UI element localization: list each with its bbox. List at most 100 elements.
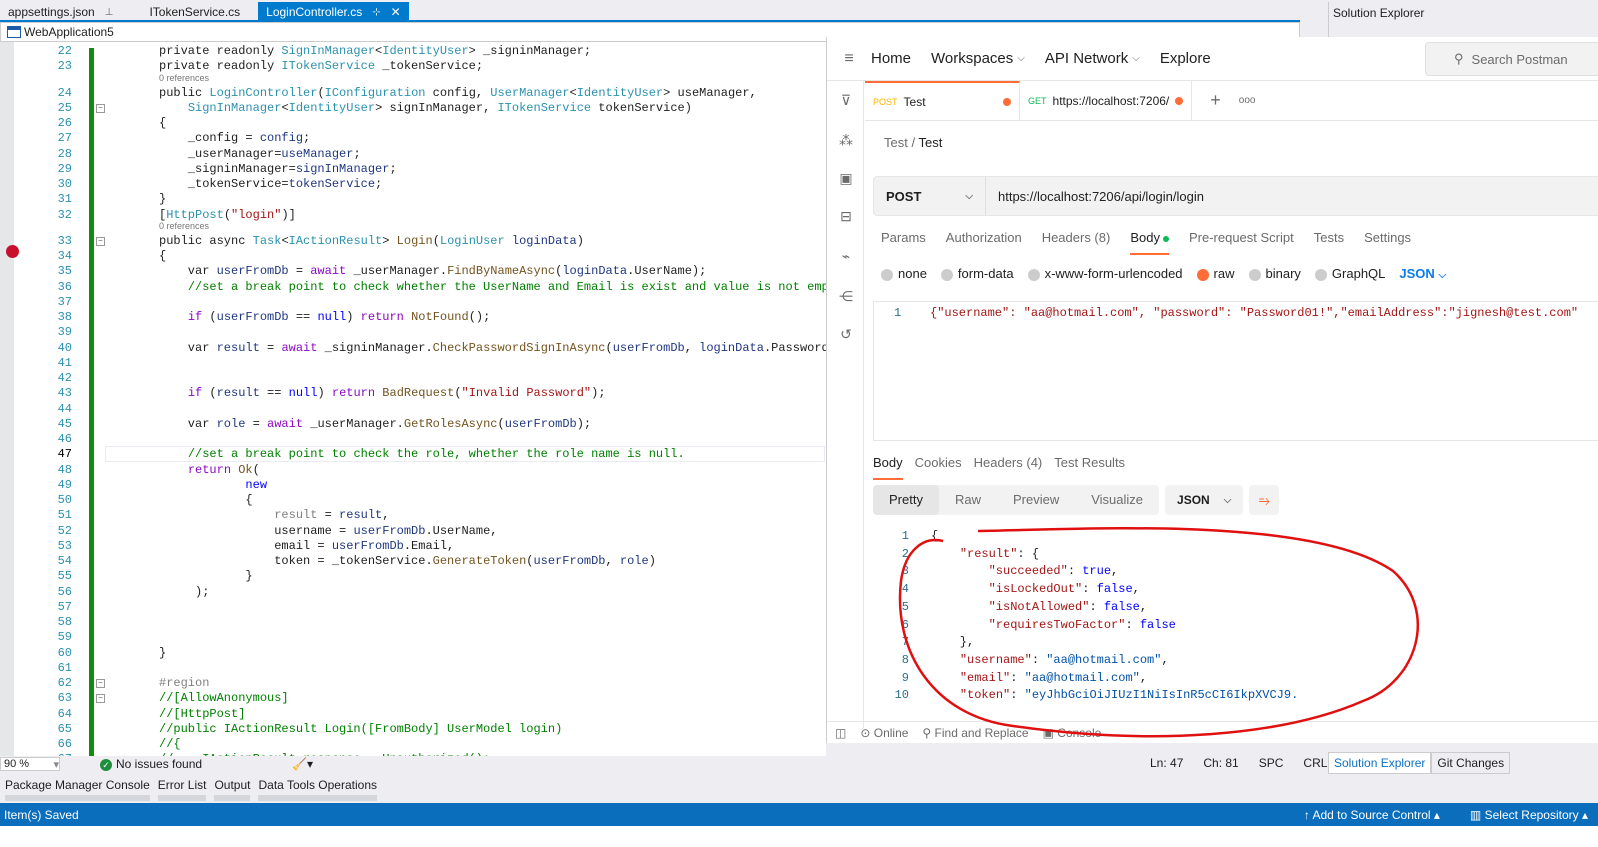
response-body[interactable]: 1{2 "result": {3 "succeeded": true, 4 "is… (873, 527, 1598, 727)
tab-package-manager-console[interactable]: Package Manager Console (5, 778, 150, 801)
char-position[interactable]: Ch: 81 (1203, 756, 1238, 770)
view-visualize[interactable]: Visualize (1075, 485, 1159, 515)
tab-output[interactable]: Output (214, 778, 251, 801)
tab-solution-explorer[interactable]: Solution Explorer (1328, 752, 1432, 774)
code-line[interactable]: 37 (0, 295, 826, 310)
code-line[interactable]: 63 //[AllowAnonymous] − (0, 691, 826, 706)
code-line[interactable]: 47 //set a break point to check the role… (0, 446, 826, 463)
code-line[interactable]: 31} (0, 192, 826, 207)
code-line[interactable]: 64 //[HttpPost] (0, 707, 826, 722)
code-editor[interactable]: 22 private readonly SignInManager<Identit… (0, 42, 826, 756)
code-line[interactable]: 22 private readonly SignInManager<Identit… (0, 44, 826, 59)
tab-data-tools-operations[interactable]: Data Tools Operations (258, 778, 377, 801)
tab-itokenservice[interactable]: ITokenService.cs (141, 2, 248, 22)
code-line[interactable]: 66 //{ (0, 737, 826, 752)
tab-response-headers[interactable]: Headers (4) (974, 455, 1043, 470)
code-line[interactable]: 59 (0, 630, 826, 645)
code-line[interactable]: 56 ); (0, 585, 826, 600)
tab-cookies[interactable]: Cookies (915, 455, 962, 470)
flows-icon[interactable]: ⋲ (837, 287, 855, 305)
code-line[interactable]: 48 return Ok( (0, 463, 826, 478)
search-input[interactable]: ⚲ Search Postman (1425, 42, 1598, 76)
code-line[interactable]: 27 _config = config; (0, 131, 826, 146)
code-line[interactable]: 43 if (result == null) return BadRequest… (0, 386, 826, 401)
tab-appsettings[interactable]: appsettings.json ⊥ (0, 2, 121, 22)
code-line[interactable]: 26 { (0, 116, 826, 131)
code-line[interactable]: 34 { (0, 249, 826, 264)
monitors-icon[interactable]: ⌁ (837, 247, 855, 265)
nav-explore[interactable]: Explore (1160, 50, 1211, 67)
code-line[interactable]: 46 (0, 432, 826, 447)
tab-logincontroller[interactable]: LoginController.cs ⊹ ✕ (258, 2, 409, 22)
view-pretty[interactable]: Pretty (873, 485, 939, 515)
tab-settings[interactable]: Settings (1364, 230, 1411, 245)
code-line[interactable]: 58 (0, 615, 826, 630)
tab-pre-request-script[interactable]: Pre-request Script (1189, 230, 1294, 245)
view-raw[interactable]: Raw (939, 485, 997, 515)
code-line[interactable]: 60} (0, 646, 826, 661)
format-select[interactable]: JSON ⌵ (1399, 266, 1446, 281)
code-line[interactable]: 62 #region − (0, 676, 826, 691)
nav-workspaces[interactable]: Workspaces ⌵ (931, 50, 1025, 67)
code-line[interactable]: 36 //set a break point to check whether … (0, 280, 826, 295)
code-line[interactable]: 44 (0, 402, 826, 417)
url-input[interactable]: https://localhost:7206/api/login/login (986, 189, 1204, 204)
select-repository-button[interactable]: ▥ Select Repository ▴ (1470, 808, 1588, 822)
collapse-icon[interactable]: − (96, 679, 105, 688)
sidebar-toggle-icon[interactable]: ◫ (835, 726, 846, 740)
collapse-icon[interactable]: − (96, 103, 105, 113)
mock-servers-icon[interactable]: ⊟ (837, 207, 855, 225)
code-line[interactable]: 65 //public IActionResult Login([FromBody… (0, 722, 826, 737)
breadcrumb-collection[interactable]: Test (884, 135, 908, 150)
code-line[interactable]: 29 _signinManager=signInManager; (0, 162, 826, 177)
environments-icon[interactable]: ▣ (837, 169, 855, 187)
code-line[interactable]: 49 new (0, 478, 826, 493)
apis-icon[interactable]: ⁂ (837, 131, 855, 149)
issues-indicator[interactable]: ✓ No issues found (100, 757, 202, 771)
radio-graphql[interactable]: GraphQL (1314, 266, 1385, 281)
tab-test-results[interactable]: Test Results (1054, 455, 1125, 470)
tab-body[interactable]: Body (1130, 230, 1169, 255)
tab-tests[interactable]: Tests (1314, 230, 1344, 245)
code-line[interactable]: 35 var userFromDb = await _userManager.F… (0, 264, 826, 279)
tab-git-changes[interactable]: Git Changes (1431, 752, 1511, 774)
code-line[interactable]: 32 [HttpPost("login")] (0, 208, 826, 223)
code-line[interactable]: 23 private readonly ITokenService _tokenS… (0, 59, 826, 74)
radio-raw[interactable]: raw (1196, 266, 1235, 281)
code-line[interactable]: 25 SignInManager<IdentityUser> signInMan… (0, 101, 826, 116)
codelens-references[interactable]: 0 references (159, 73, 209, 83)
tab-error-list[interactable]: Error List (157, 778, 207, 801)
code-cleanup-icon[interactable]: 🧹▾ (292, 757, 313, 771)
tab-post-test[interactable]: POST Test (865, 80, 1020, 121)
whitespace-mode[interactable]: SPC (1259, 756, 1284, 770)
radio-form-data[interactable]: form-data (940, 266, 1014, 281)
menu-icon[interactable]: ≡ (827, 50, 871, 68)
code-line[interactable]: 57 (0, 600, 826, 615)
find-replace-button[interactable]: ⚲ Find and Replace (922, 726, 1028, 740)
code-line[interactable]: 28 _userManager=useManager; (0, 147, 826, 162)
collapse-icon[interactable]: − (96, 236, 105, 246)
tab-response-body[interactable]: Body (873, 455, 903, 480)
code-line[interactable]: 55 } (0, 569, 826, 584)
code-line[interactable]: 54 token = _tokenService.GenerateToken(u… (0, 554, 826, 569)
history-icon[interactable]: ↺ (837, 325, 855, 343)
radio-binary[interactable]: binary (1248, 266, 1301, 281)
view-preview[interactable]: Preview (997, 485, 1075, 515)
new-tab-button[interactable]: + (1210, 90, 1221, 111)
code-line[interactable]: 53 email = userFromDb.Email, (0, 539, 826, 554)
tab-get-localhost[interactable]: GET https://localhost:7206/ (1020, 80, 1193, 121)
code-line[interactable]: 41 (0, 356, 826, 371)
code-line[interactable]: 39 (0, 325, 826, 340)
method-select[interactable]: POST ⌵ (874, 177, 986, 215)
request-body-editor[interactable]: 1 {"username": "aa@hotmail.com", "passwo… (873, 301, 1598, 441)
status-online[interactable]: ⊙ Online (860, 726, 908, 740)
code-line[interactable]: 51 result = result, (0, 508, 826, 523)
more-tabs-button[interactable]: ooo (1239, 95, 1256, 106)
console-button[interactable]: ▣ Console (1043, 726, 1102, 740)
zoom-select[interactable]: 90 % ▾ (0, 757, 60, 771)
codelens-references[interactable]: 0 references (159, 221, 209, 231)
collapse-icon[interactable]: − (96, 694, 105, 704)
code-line[interactable]: 40 var result = await _signinManager.Che… (0, 341, 826, 356)
nav-api-network[interactable]: API Network ⌵ (1045, 50, 1140, 67)
tab-authorization[interactable]: Authorization (946, 230, 1022, 245)
